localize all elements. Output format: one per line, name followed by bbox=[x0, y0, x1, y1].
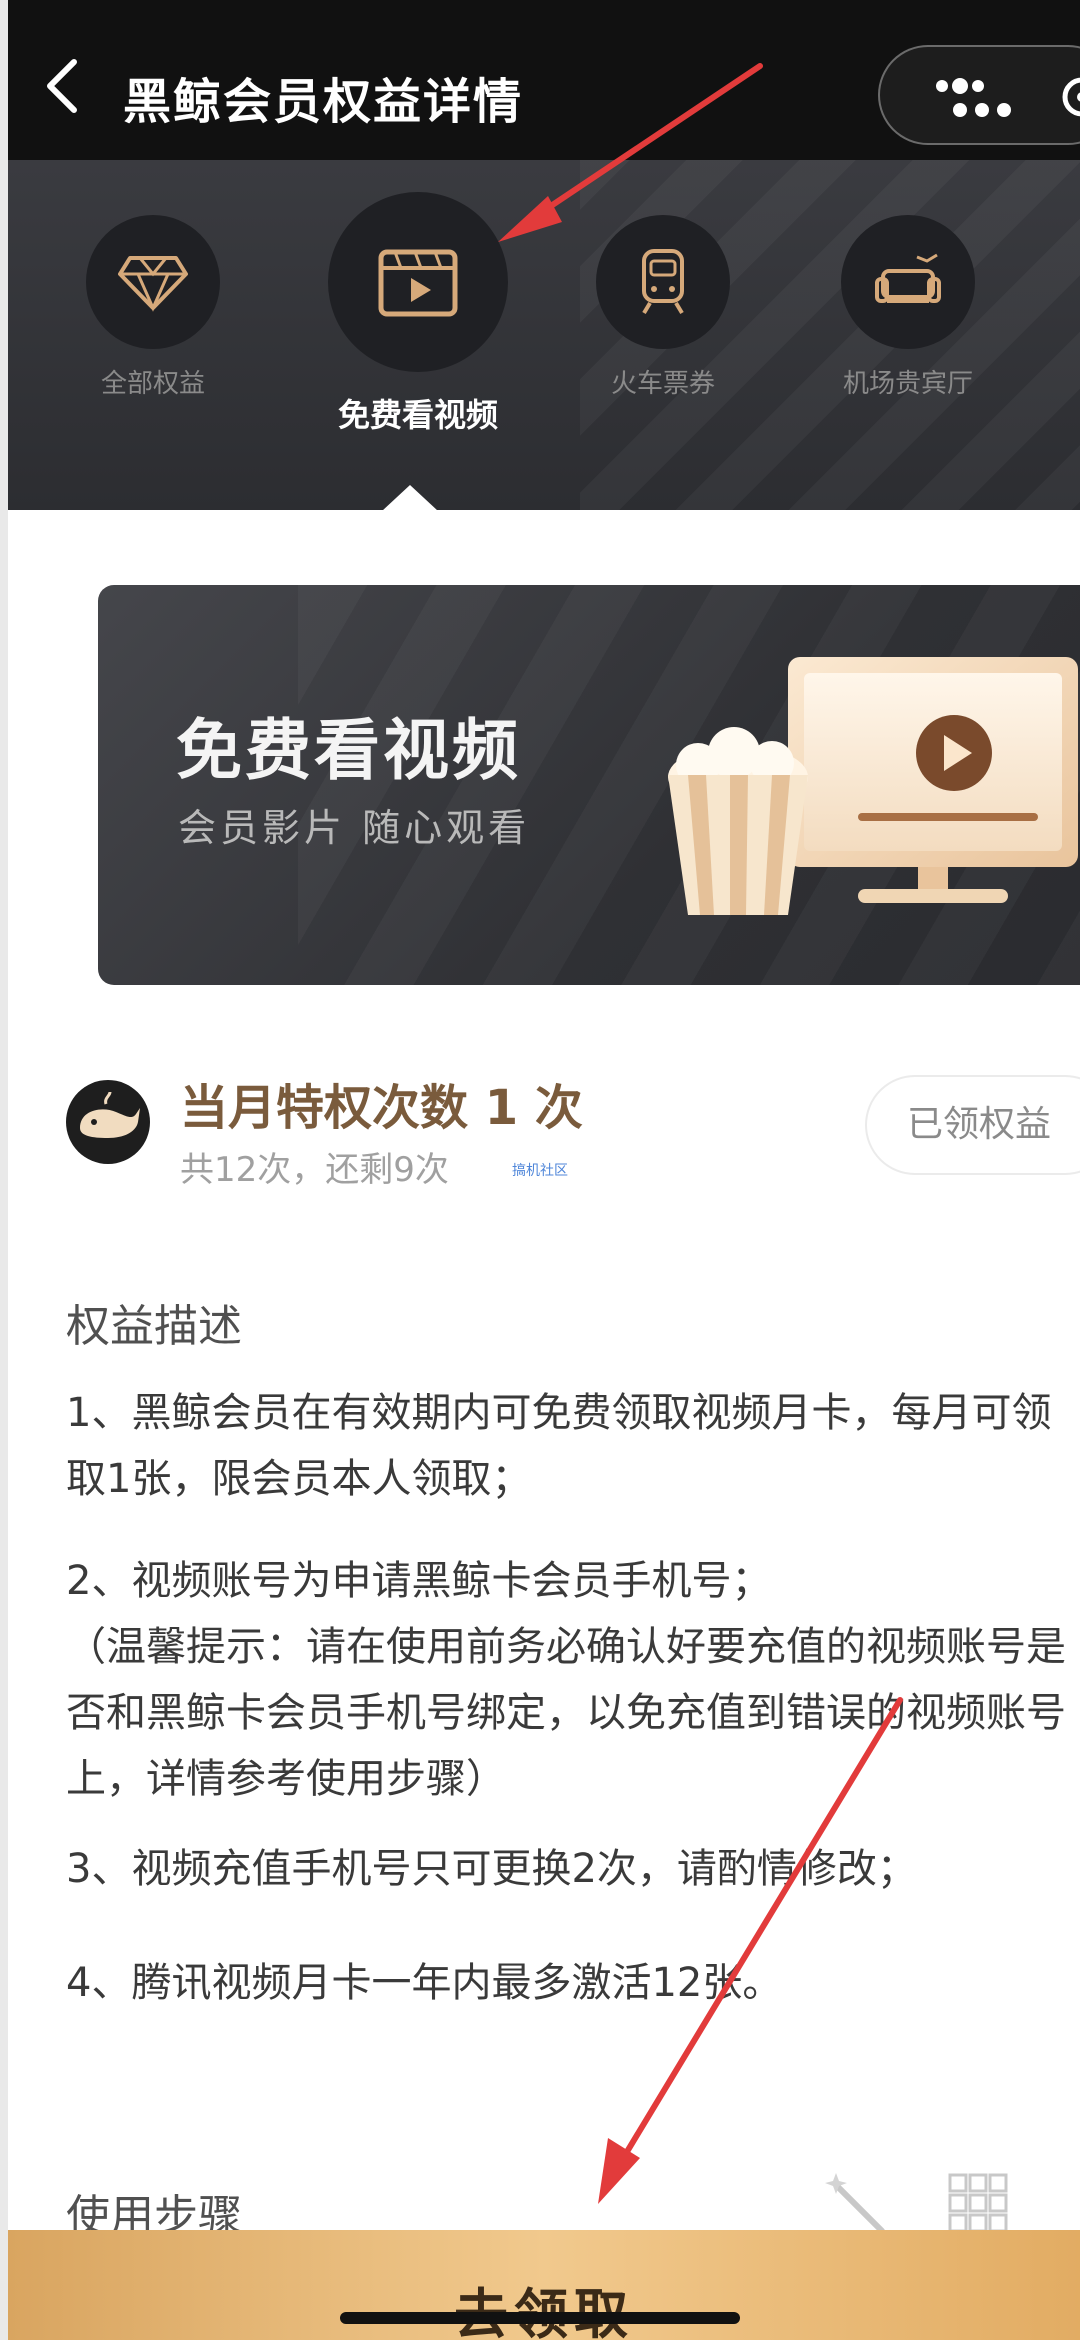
description-line: 3、视频充值手机号只可更换2次，请酌情修改； bbox=[66, 1846, 917, 1892]
tab-icon-circle bbox=[841, 215, 975, 349]
lounge-sofa-icon bbox=[875, 253, 941, 303]
tab-label: 火车票券 bbox=[610, 369, 715, 399]
monthly-quota-title: 当月特权次数 1 次 bbox=[180, 1080, 583, 1136]
banner-title: 免费看视频 bbox=[176, 712, 521, 789]
description-line: 2、视频账号为申请黑鲸卡会员手机号； bbox=[66, 1558, 772, 1604]
description-line: （温馨提示：请在使用前务必确认好要充值的视频账号是 bbox=[66, 1624, 1066, 1670]
tab-free-video[interactable]: 免费看视频 bbox=[308, 192, 528, 436]
benefit-banner: 免费看视频 会员影片 随心观看 bbox=[98, 585, 1080, 985]
tab-icon-circle bbox=[596, 215, 730, 349]
tab-all-benefits[interactable]: 全部权益 bbox=[58, 215, 248, 400]
tab-label: 全部权益 bbox=[100, 369, 205, 399]
benefit-tabs: 全部权益 免费看视频 火车票券 机场贵宾厅 bbox=[8, 160, 1080, 510]
description-title: 权益描述 bbox=[66, 1301, 242, 1352]
description-line: 1、黑鲸会员在有效期内可免费领取视频月卡，每月可领 bbox=[66, 1390, 1052, 1436]
description-item-4: 4、腾讯视频月卡一年内最多激活12张。 bbox=[66, 1950, 782, 2016]
tv-popcorn-illustration bbox=[668, 657, 1078, 915]
quota-remaining: 共12次，还剩9次 bbox=[180, 1150, 449, 1190]
tab-train-tickets[interactable]: 火车票券 bbox=[578, 215, 748, 400]
description-item-1: 1、黑鲸会员在有效期内可免费领取视频月卡，每月可领 取1张，限会员本人领取； bbox=[66, 1380, 1051, 1512]
diamond-icon bbox=[118, 256, 188, 312]
description-line: 上，详情参考使用步骤） bbox=[66, 1756, 506, 1802]
mini-program-capsule bbox=[878, 45, 1080, 145]
tab-label: 机场贵宾厅 bbox=[842, 369, 973, 399]
page-title: 黑鲸会员权益详情 bbox=[123, 74, 524, 130]
tab-label: 免费看视频 bbox=[337, 396, 498, 434]
watermark-text: 搞机社区 bbox=[512, 1163, 568, 1179]
back-arrow-icon[interactable] bbox=[38, 56, 88, 116]
close-capsule-icon[interactable] bbox=[1060, 75, 1080, 119]
tab-airport-lounge[interactable]: 机场贵宾厅 bbox=[818, 215, 998, 400]
magic-wand-icon[interactable] bbox=[825, 2173, 885, 2234]
active-tab-caret bbox=[382, 485, 438, 511]
description-item-2: 2、视频账号为申请黑鲸卡会员手机号； （温馨提示：请在使用前务必确认好要充值的视… bbox=[66, 1548, 1066, 1812]
claimed-benefits-button[interactable]: 已领权益 bbox=[865, 1075, 1080, 1175]
grid-icon[interactable] bbox=[948, 2173, 1008, 2233]
description-item-3: 3、视频充值手机号只可更换2次，请酌情修改； bbox=[66, 1836, 917, 1902]
nav-bar: 黑鲸会员权益详情 bbox=[8, 0, 1080, 160]
train-icon bbox=[642, 249, 684, 315]
description-line: 4、腾讯视频月卡一年内最多激活12张。 bbox=[66, 1960, 783, 2006]
home-indicator bbox=[340, 2312, 740, 2324]
claim-button-label: 去领取 bbox=[8, 2270, 1080, 2340]
video-icon bbox=[378, 249, 458, 317]
whale-logo bbox=[66, 1080, 150, 1164]
tab-icon-circle bbox=[328, 192, 508, 372]
tab-icon-circle bbox=[86, 215, 220, 349]
left-edge bbox=[0, 0, 8, 2340]
more-icon[interactable] bbox=[920, 72, 1030, 122]
whale-icon bbox=[80, 1091, 140, 1138]
description-line: 否和黑鲸卡会员手机号绑定，以免充值到错误的视频账号 bbox=[66, 1690, 1066, 1736]
banner-subtitle: 会员影片 随心观看 bbox=[178, 806, 531, 850]
description-line: 取1张，限会员本人领取； bbox=[66, 1456, 532, 1502]
